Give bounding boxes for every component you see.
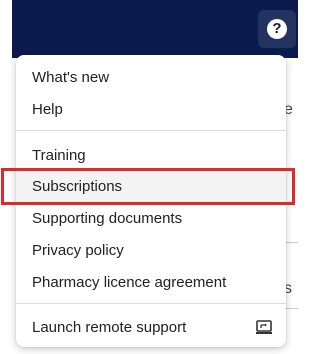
menu-item-label: Launch remote support [32,318,187,336]
remote-support-icon [256,320,272,334]
background-divider [284,242,298,243]
menu-item-privacy-policy[interactable]: Privacy policy [16,234,286,266]
background-divider [284,308,298,309]
menu-item-training[interactable]: Training [16,139,286,171]
menu-item-label: What's new [32,68,110,86]
menu-item-label: Pharmacy licence agreement [32,273,227,291]
menu-item-label: Privacy policy [32,241,124,259]
menu-divider [16,130,286,131]
question-mark-circle-icon: ? [267,19,287,39]
menu-item-label: Training [32,146,86,164]
help-dropdown-menu: What's new Help Training Subscriptions S… [16,55,286,347]
menu-item-whats-new[interactable]: What's new [16,61,286,93]
menu-item-label: Subscriptions [32,177,123,195]
menu-item-label: Help [32,100,63,118]
menu-divider [16,303,286,304]
menu-item-help[interactable]: Help [16,93,286,125]
menu-item-launch-remote-support[interactable]: Launch remote support [16,311,286,343]
menu-item-label: Supporting documents [32,209,183,227]
app-header: ? [12,0,298,58]
menu-item-pharmacy-licence-agreement[interactable]: Pharmacy licence agreement [16,266,286,298]
help-button[interactable]: ? [258,10,296,48]
menu-item-supporting-documents[interactable]: Supporting documents [16,202,286,234]
menu-item-subscriptions[interactable]: Subscriptions [16,170,286,202]
